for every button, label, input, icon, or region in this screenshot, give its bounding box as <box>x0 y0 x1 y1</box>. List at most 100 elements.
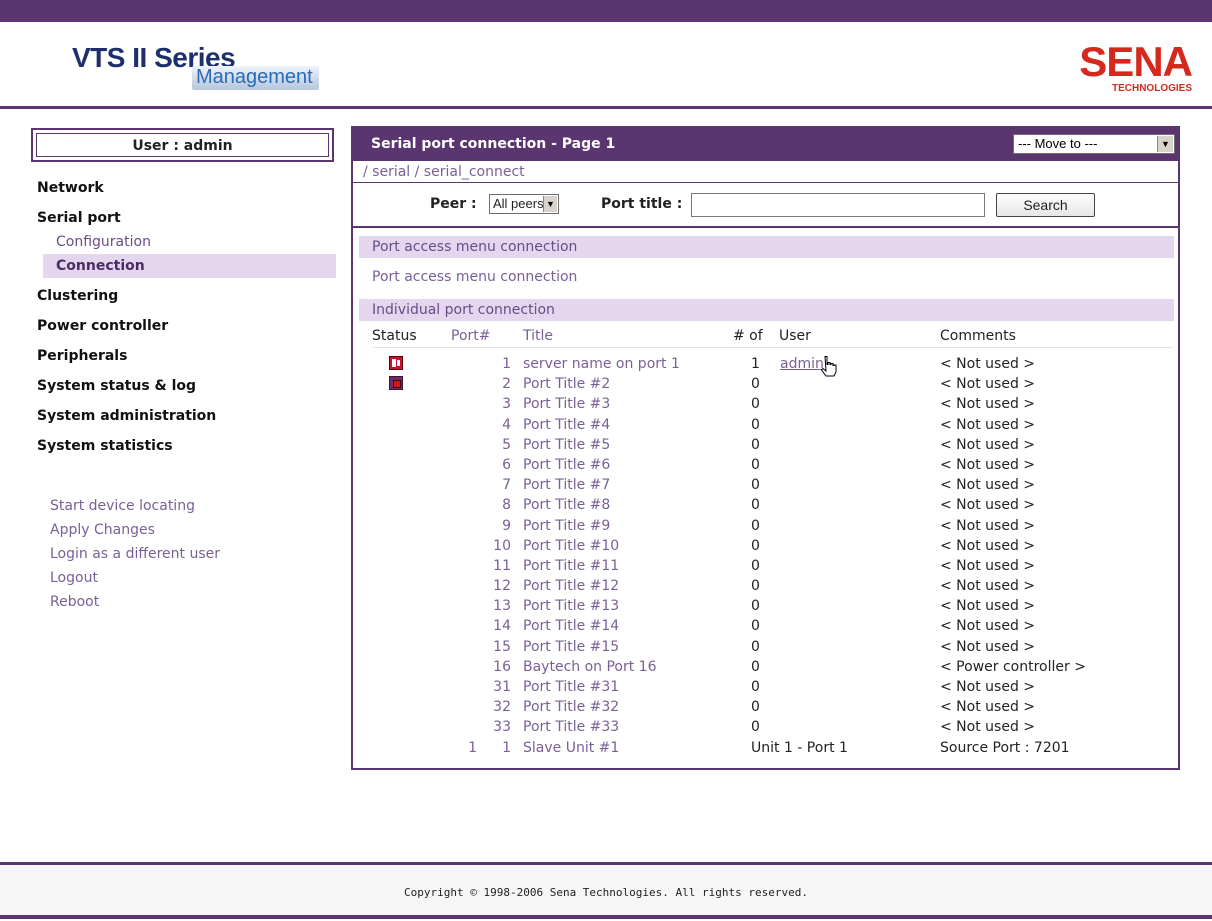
col-header-comments: Comments <box>940 328 1016 344</box>
port-title-link[interactable]: Port Title #12 <box>523 576 619 596</box>
chevron-down-icon[interactable]: ▼ <box>543 196 557 212</box>
table-row: 15 Port Title #15 0 < Not used > <box>353 637 1178 657</box>
port-title-link[interactable]: Port Title #2 <box>523 374 610 394</box>
port-title-link[interactable]: Port Title #8 <box>523 495 610 515</box>
connection-count: 0 <box>751 679 760 695</box>
section-header-port-access: Port access menu connection <box>359 236 1174 258</box>
sena-logo: SENA TECHNOLOGIES <box>1062 38 1193 95</box>
port-title-link[interactable]: Baytech on Port 16 <box>523 657 657 677</box>
port-comment: < Not used > <box>940 699 1036 716</box>
connection-count: 0 <box>751 699 760 716</box>
table-row: 31 Port Title #31 0 < Not used > <box>353 677 1178 697</box>
port-comment: < Not used > <box>940 477 1036 494</box>
port-number: 31 <box>493 679 511 695</box>
user-label: User : admin <box>36 133 329 157</box>
logo-line2: Management <box>192 66 319 90</box>
port-number: 13 <box>493 598 511 615</box>
port-title-link[interactable]: Port Title #5 <box>523 435 610 455</box>
move-to-value: --- Move to --- <box>1018 136 1098 151</box>
sidebar-item-system-administration[interactable]: System administration <box>37 404 337 434</box>
port-title-link[interactable]: server name on port 1 <box>523 354 680 374</box>
connection-count: 0 <box>751 598 760 615</box>
port-comment: < Not used > <box>940 416 1036 433</box>
col-header-title: Title <box>523 328 554 344</box>
port-title-link[interactable]: Port Title #11 <box>523 556 619 576</box>
section-header-individual-port: Individual port connection <box>359 299 1174 321</box>
port-title-link[interactable]: Slave Unit #1 <box>523 738 619 758</box>
peer-select[interactable]: All peers ▼ <box>489 194 559 214</box>
port-title-link[interactable]: Port Title #14 <box>523 616 619 636</box>
logout-link[interactable]: Logout <box>50 566 310 590</box>
sidebar-subitem-configuration[interactable]: Configuration <box>37 230 337 254</box>
sidebar-nav: Network Serial port Configuration Connec… <box>37 176 337 464</box>
port-access-menu-link[interactable]: Port access menu connection <box>372 269 577 285</box>
port-title-link[interactable]: Port Title #9 <box>523 516 610 536</box>
user-link[interactable]: admin <box>780 354 824 374</box>
port-comment: < Power controller > <box>940 658 1086 675</box>
login-different-user-link[interactable]: Login as a different user <box>50 542 310 566</box>
chevron-down-icon[interactable]: ▼ <box>1157 136 1173 152</box>
table-row: 11 Port Title #11 0 < Not used > <box>353 556 1178 576</box>
port-comment: Source Port : 7201 <box>940 739 1070 756</box>
brand-name: SENA <box>1079 38 1193 85</box>
port-comment: < Not used > <box>940 598 1036 615</box>
table-row: 33 Port Title #33 0 < Not used > <box>353 717 1178 737</box>
port-title-label: Port title : <box>601 196 683 212</box>
connection-count: 0 <box>751 578 760 595</box>
port-title-link[interactable]: Port Title #3 <box>523 394 610 414</box>
sidebar-subitem-connection[interactable]: Connection <box>43 254 336 278</box>
table-row: 9 Port Title #9 0 < Not used > <box>353 516 1178 536</box>
port-title-link[interactable]: Port Title #33 <box>523 717 619 737</box>
search-button[interactable]: Search <box>996 193 1095 217</box>
connection-count: 0 <box>751 638 760 655</box>
col-header-user: User <box>779 328 811 344</box>
sidebar-item-system-status-log[interactable]: System status & log <box>37 374 337 404</box>
port-title-link[interactable]: Port Title #6 <box>523 455 610 475</box>
port-title-link[interactable]: Port Title #4 <box>523 415 610 435</box>
move-to-select[interactable]: --- Move to --- ▼ <box>1013 134 1175 154</box>
connection-count: 0 <box>751 456 760 473</box>
port-comment: < Not used > <box>940 396 1036 413</box>
port-comment: < Not used > <box>940 578 1036 595</box>
col-header-num-of: # of <box>733 328 763 344</box>
top-bar <box>0 0 1212 22</box>
table-row: 8 Port Title #8 0 < Not used > <box>353 495 1178 515</box>
port-comment: < Not used > <box>940 356 1036 372</box>
sidebar-item-clustering[interactable]: Clustering <box>37 284 337 314</box>
port-title-input[interactable] <box>691 193 985 217</box>
port-comment: < Not used > <box>940 517 1036 534</box>
port-title-link[interactable]: Port Title #31 <box>523 677 619 697</box>
start-device-locating-link[interactable]: Start device locating <box>50 494 310 518</box>
connection-count: 0 <box>751 618 760 635</box>
reboot-link[interactable]: Reboot <box>50 590 310 614</box>
breadcrumb[interactable]: / serial / serial_connect <box>353 161 1178 183</box>
footer-bottom-bar <box>0 915 1212 919</box>
sidebar-item-serial-port[interactable]: Serial port <box>37 206 337 230</box>
port-number: 14 <box>493 618 511 635</box>
serial-connection-panel: Serial port connection - Page 1 --- Move… <box>351 126 1180 770</box>
port-comment: < Not used > <box>940 497 1036 514</box>
sidebar-item-power-controller[interactable]: Power controller <box>37 314 337 344</box>
port-title-link[interactable]: Port Title #15 <box>523 637 619 657</box>
port-number: 1 <box>502 739 511 756</box>
port-comment: < Not used > <box>940 537 1036 554</box>
sidebar-item-system-statistics[interactable]: System statistics <box>37 434 337 464</box>
port-title-link[interactable]: Port Title #10 <box>523 536 619 556</box>
col-header-status: Status <box>372 328 417 344</box>
port-title-link[interactable]: Port Title #32 <box>523 697 619 717</box>
port-idle-icon[interactable] <box>389 376 403 391</box>
sidebar-item-network[interactable]: Network <box>37 176 337 206</box>
port-title-link[interactable]: Port Title #13 <box>523 596 619 616</box>
connection-count: 0 <box>751 658 760 675</box>
port-number: 15 <box>493 638 511 655</box>
port-active-icon[interactable] <box>389 356 403 370</box>
connection-count: 0 <box>751 557 760 574</box>
search-row: Peer : All peers ▼ Port title : Search <box>353 184 1178 228</box>
port-number: 6 <box>502 456 511 473</box>
port-title-link[interactable]: Port Title #7 <box>523 475 610 495</box>
sidebar-item-peripherals[interactable]: Peripherals <box>37 344 337 374</box>
connection-count: 0 <box>751 396 760 413</box>
header: VTS II Series Management SENA TECHNOLOGI… <box>0 22 1212 109</box>
apply-changes-link[interactable]: Apply Changes <box>50 518 310 542</box>
port-number: 4 <box>502 416 511 433</box>
